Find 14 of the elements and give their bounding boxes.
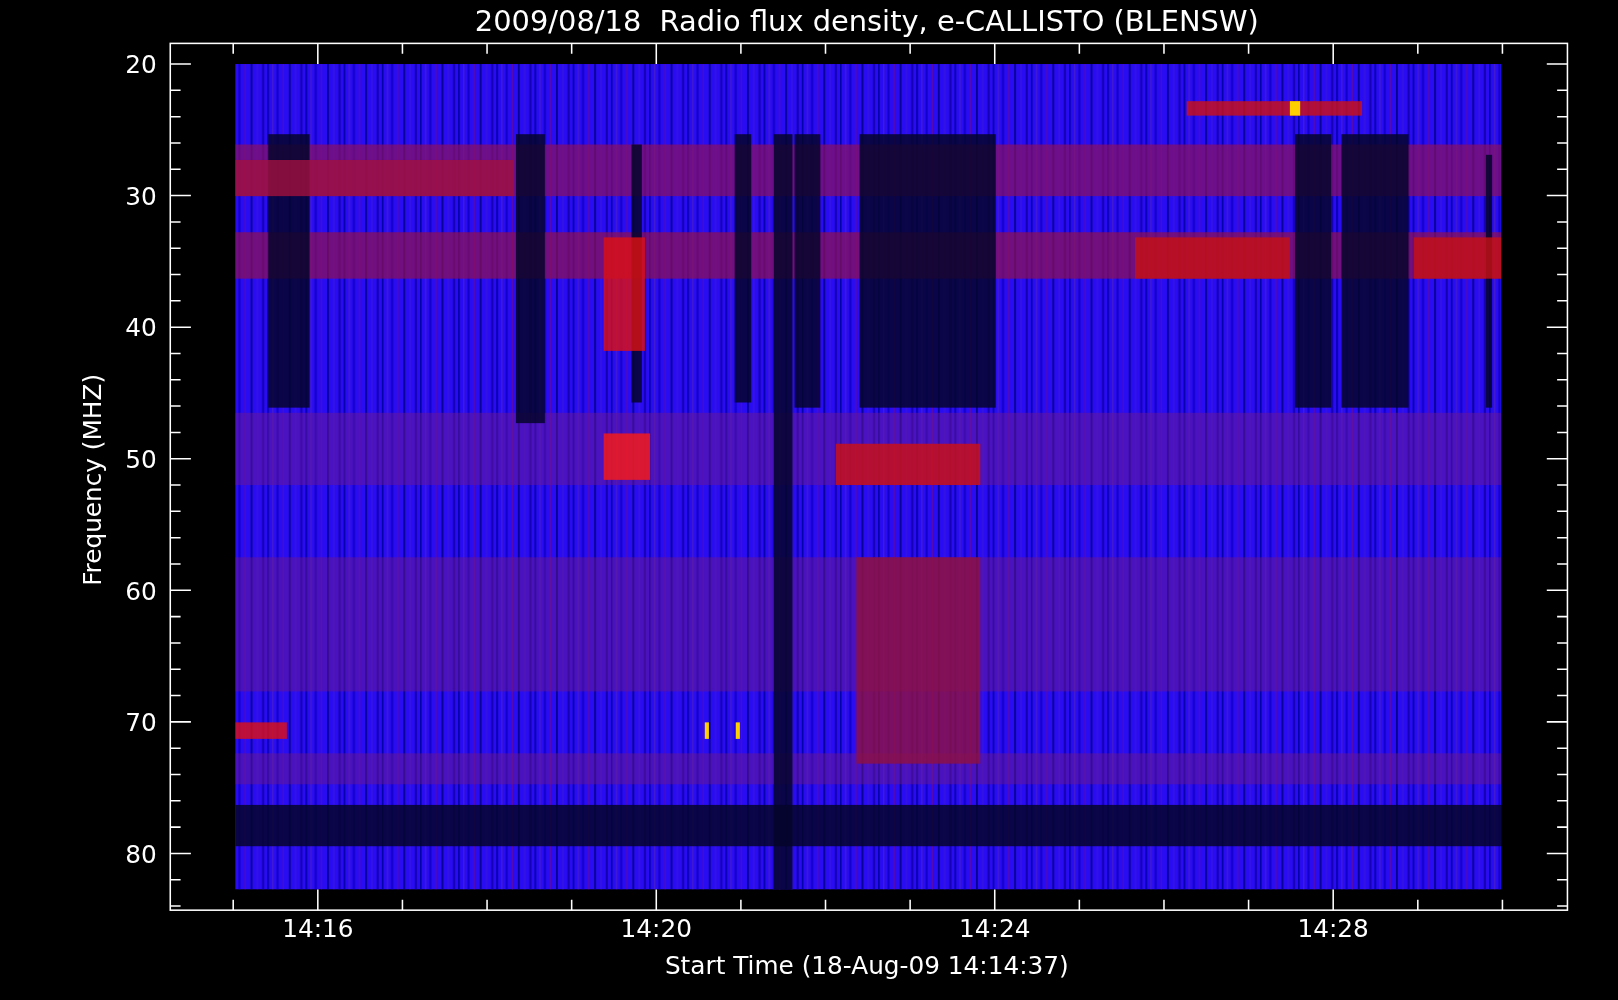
tick-label: 20 — [125, 50, 157, 80]
tick-label: 80 — [125, 839, 157, 869]
tick-label: 14:16 — [282, 914, 354, 943]
tick-label: 60 — [125, 576, 157, 606]
axis-title: Start Time (18-Aug-09 14:14:37) — [664, 951, 1069, 981]
tick-label: 70 — [125, 708, 157, 738]
tick-label: 14:28 — [1297, 914, 1369, 943]
axis-title: Frequency (MHZ) — [78, 373, 108, 586]
tick-label: 40 — [125, 313, 157, 343]
tick-label: 50 — [125, 445, 157, 474]
tick-label: 14:20 — [620, 914, 692, 943]
chart-title: 2009/08/18 Radio flux density, e-CALLISTO (BLENSW) — [474, 4, 1259, 38]
tick-label: 14:24 — [959, 914, 1031, 943]
tick-label: 30 — [125, 181, 157, 211]
